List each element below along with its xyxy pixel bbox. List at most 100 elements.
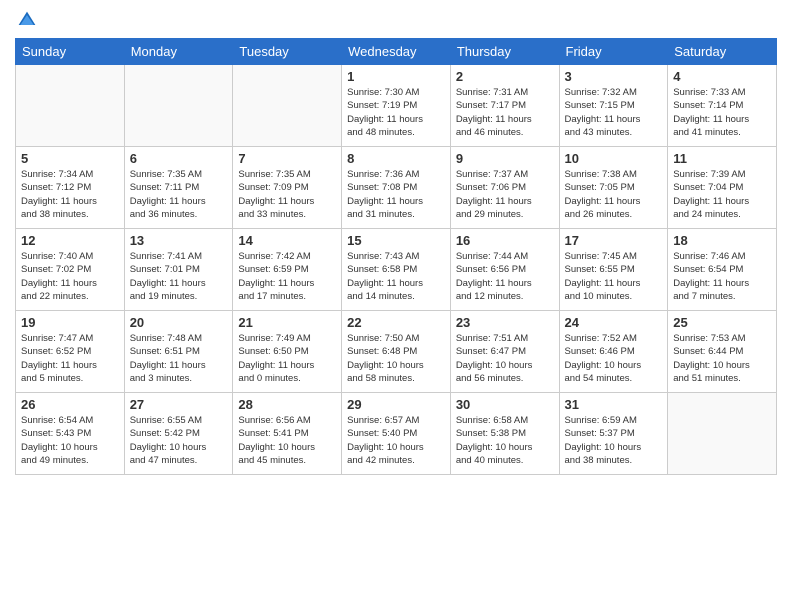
day-info: Sunrise: 7:44 AM Sunset: 6:56 PM Dayligh… bbox=[456, 250, 554, 303]
calendar-cell: 9 Sunrise: 7:37 AM Sunset: 7:06 PM Daylig… bbox=[450, 147, 559, 229]
day-info: Sunrise: 7:30 AM Sunset: 7:19 PM Dayligh… bbox=[347, 86, 445, 139]
day-info: Sunrise: 7:39 AM Sunset: 7:04 PM Dayligh… bbox=[673, 168, 771, 221]
day-number: 8 bbox=[347, 151, 445, 166]
calendar-week-4: 26 Sunrise: 6:54 AM Sunset: 5:43 PM Dayli… bbox=[16, 393, 777, 475]
calendar-cell bbox=[233, 65, 342, 147]
day-info: Sunrise: 6:58 AM Sunset: 5:38 PM Dayligh… bbox=[456, 414, 554, 467]
logo-icon bbox=[17, 10, 37, 30]
day-number: 18 bbox=[673, 233, 771, 248]
day-number: 11 bbox=[673, 151, 771, 166]
calendar-week-1: 5Sunrise: 7:34 AM Sunset: 7:12 PM Daylig… bbox=[16, 147, 777, 229]
day-info: Sunrise: 6:57 AM Sunset: 5:40 PM Dayligh… bbox=[347, 414, 445, 467]
calendar-cell: 19 Sunrise: 7:47 AM Sunset: 6:52 PM Dayli… bbox=[16, 311, 125, 393]
page: SundayMondayTuesdayWednesdayThursdayFrid… bbox=[0, 0, 792, 612]
day-info: Sunrise: 7:47 AM Sunset: 6:52 PM Dayligh… bbox=[21, 332, 119, 385]
calendar-cell: 17 Sunrise: 7:45 AM Sunset: 6:55 PM Dayli… bbox=[559, 229, 668, 311]
day-info: Sunrise: 7:52 AM Sunset: 6:46 PM Dayligh… bbox=[565, 332, 663, 385]
calendar-cell: 8 Sunrise: 7:36 AM Sunset: 7:08 PM Daylig… bbox=[342, 147, 451, 229]
day-info: Sunrise: 6:54 AM Sunset: 5:43 PM Dayligh… bbox=[21, 414, 119, 467]
calendar-cell: 30 Sunrise: 6:58 AM Sunset: 5:38 PM Dayli… bbox=[450, 393, 559, 475]
day-info: Sunrise: 7:46 AM Sunset: 6:54 PM Dayligh… bbox=[673, 250, 771, 303]
day-info: Sunrise: 7:37 AM Sunset: 7:06 PM Dayligh… bbox=[456, 168, 554, 221]
calendar-cell: 24 Sunrise: 7:52 AM Sunset: 6:46 PM Dayli… bbox=[559, 311, 668, 393]
day-number: 14 bbox=[238, 233, 336, 248]
day-number: 19 bbox=[21, 315, 119, 330]
calendar-cell: 18 Sunrise: 7:46 AM Sunset: 6:54 PM Dayli… bbox=[668, 229, 777, 311]
day-info: Sunrise: 6:56 AM Sunset: 5:41 PM Dayligh… bbox=[238, 414, 336, 467]
day-info: Sunrise: 7:48 AM Sunset: 6:51 PM Dayligh… bbox=[130, 332, 228, 385]
day-number: 25 bbox=[673, 315, 771, 330]
day-number: 1 bbox=[347, 69, 445, 84]
day-number: 31 bbox=[565, 397, 663, 412]
calendar-header-wednesday: Wednesday bbox=[342, 39, 451, 65]
calendar-header-saturday: Saturday bbox=[668, 39, 777, 65]
calendar-cell: 15Sunrise: 7:43 AM Sunset: 6:58 PM Dayli… bbox=[342, 229, 451, 311]
calendar-cell: 3 Sunrise: 7:32 AM Sunset: 7:15 PM Daylig… bbox=[559, 65, 668, 147]
calendar-cell: 2Sunrise: 7:31 AM Sunset: 7:17 PM Daylig… bbox=[450, 65, 559, 147]
calendar-cell: 21 Sunrise: 7:49 AM Sunset: 6:50 PM Dayli… bbox=[233, 311, 342, 393]
calendar-cell: 13 Sunrise: 7:41 AM Sunset: 7:01 PM Dayli… bbox=[124, 229, 233, 311]
day-number: 28 bbox=[238, 397, 336, 412]
calendar-cell: 22 Sunrise: 7:50 AM Sunset: 6:48 PM Dayli… bbox=[342, 311, 451, 393]
calendar-cell: 7Sunrise: 7:35 AM Sunset: 7:09 PM Daylig… bbox=[233, 147, 342, 229]
calendar-week-2: 12Sunrise: 7:40 AM Sunset: 7:02 PM Dayli… bbox=[16, 229, 777, 311]
day-info: Sunrise: 7:53 AM Sunset: 6:44 PM Dayligh… bbox=[673, 332, 771, 385]
day-number: 13 bbox=[130, 233, 228, 248]
calendar-cell: 27 Sunrise: 6:55 AM Sunset: 5:42 PM Dayli… bbox=[124, 393, 233, 475]
day-info: Sunrise: 7:50 AM Sunset: 6:48 PM Dayligh… bbox=[347, 332, 445, 385]
day-info: Sunrise: 6:59 AM Sunset: 5:37 PM Dayligh… bbox=[565, 414, 663, 467]
calendar-cell bbox=[668, 393, 777, 475]
day-info: Sunrise: 7:35 AM Sunset: 7:11 PM Dayligh… bbox=[130, 168, 228, 221]
calendar-cell: 10Sunrise: 7:38 AM Sunset: 7:05 PM Dayli… bbox=[559, 147, 668, 229]
day-info: Sunrise: 7:45 AM Sunset: 6:55 PM Dayligh… bbox=[565, 250, 663, 303]
day-info: Sunrise: 7:51 AM Sunset: 6:47 PM Dayligh… bbox=[456, 332, 554, 385]
day-number: 21 bbox=[238, 315, 336, 330]
day-info: Sunrise: 7:35 AM Sunset: 7:09 PM Dayligh… bbox=[238, 168, 336, 221]
calendar-cell bbox=[16, 65, 125, 147]
day-number: 9 bbox=[456, 151, 554, 166]
day-number: 23 bbox=[456, 315, 554, 330]
day-info: Sunrise: 7:33 AM Sunset: 7:14 PM Dayligh… bbox=[673, 86, 771, 139]
calendar-cell: 26 Sunrise: 6:54 AM Sunset: 5:43 PM Dayli… bbox=[16, 393, 125, 475]
day-info: Sunrise: 7:41 AM Sunset: 7:01 PM Dayligh… bbox=[130, 250, 228, 303]
logo bbox=[15, 10, 37, 30]
day-number: 22 bbox=[347, 315, 445, 330]
day-info: Sunrise: 7:38 AM Sunset: 7:05 PM Dayligh… bbox=[565, 168, 663, 221]
calendar-cell: 12Sunrise: 7:40 AM Sunset: 7:02 PM Dayli… bbox=[16, 229, 125, 311]
calendar-header-tuesday: Tuesday bbox=[233, 39, 342, 65]
day-number: 16 bbox=[456, 233, 554, 248]
header bbox=[15, 10, 777, 30]
day-number: 29 bbox=[347, 397, 445, 412]
calendar-cell: 16 Sunrise: 7:44 AM Sunset: 6:56 PM Dayli… bbox=[450, 229, 559, 311]
day-info: Sunrise: 7:36 AM Sunset: 7:08 PM Dayligh… bbox=[347, 168, 445, 221]
calendar-cell bbox=[124, 65, 233, 147]
calendar-cell: 31 Sunrise: 6:59 AM Sunset: 5:37 PM Dayli… bbox=[559, 393, 668, 475]
day-number: 5 bbox=[21, 151, 119, 166]
calendar-cell: 1 Sunrise: 7:30 AM Sunset: 7:19 PM Daylig… bbox=[342, 65, 451, 147]
day-number: 17 bbox=[565, 233, 663, 248]
day-number: 4 bbox=[673, 69, 771, 84]
day-number: 26 bbox=[21, 397, 119, 412]
day-info: Sunrise: 7:32 AM Sunset: 7:15 PM Dayligh… bbox=[565, 86, 663, 139]
day-number: 6 bbox=[130, 151, 228, 166]
calendar-week-3: 19 Sunrise: 7:47 AM Sunset: 6:52 PM Dayli… bbox=[16, 311, 777, 393]
calendar-header-sunday: Sunday bbox=[16, 39, 125, 65]
day-info: Sunrise: 7:31 AM Sunset: 7:17 PM Dayligh… bbox=[456, 86, 554, 139]
day-info: Sunrise: 6:55 AM Sunset: 5:42 PM Dayligh… bbox=[130, 414, 228, 467]
day-number: 3 bbox=[565, 69, 663, 84]
day-info: Sunrise: 7:42 AM Sunset: 6:59 PM Dayligh… bbox=[238, 250, 336, 303]
day-number: 12 bbox=[21, 233, 119, 248]
day-info: Sunrise: 7:43 AM Sunset: 6:58 PM Dayligh… bbox=[347, 250, 445, 303]
calendar: SundayMondayTuesdayWednesdayThursdayFrid… bbox=[15, 38, 777, 475]
calendar-cell: 28 Sunrise: 6:56 AM Sunset: 5:41 PM Dayli… bbox=[233, 393, 342, 475]
calendar-header-monday: Monday bbox=[124, 39, 233, 65]
day-info: Sunrise: 7:49 AM Sunset: 6:50 PM Dayligh… bbox=[238, 332, 336, 385]
day-number: 20 bbox=[130, 315, 228, 330]
calendar-header-thursday: Thursday bbox=[450, 39, 559, 65]
calendar-cell: 14 Sunrise: 7:42 AM Sunset: 6:59 PM Dayli… bbox=[233, 229, 342, 311]
day-number: 24 bbox=[565, 315, 663, 330]
calendar-cell: 20 Sunrise: 7:48 AM Sunset: 6:51 PM Dayli… bbox=[124, 311, 233, 393]
day-number: 30 bbox=[456, 397, 554, 412]
day-number: 27 bbox=[130, 397, 228, 412]
calendar-cell: 4 Sunrise: 7:33 AM Sunset: 7:14 PM Daylig… bbox=[668, 65, 777, 147]
